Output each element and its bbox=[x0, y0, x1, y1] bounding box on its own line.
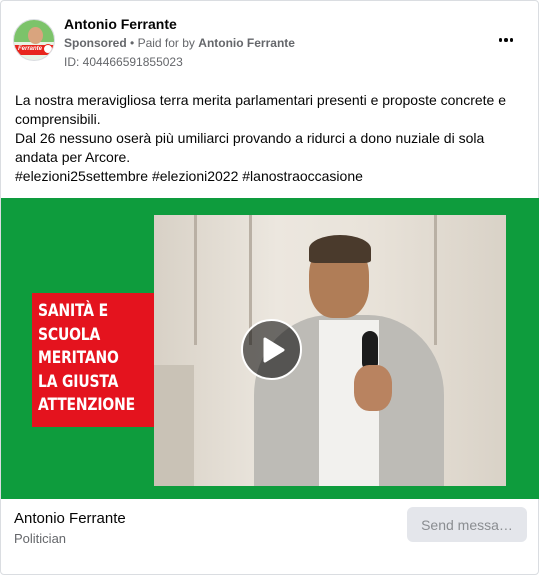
post-text-line: La nostra meravigliosa terra merita parl… bbox=[15, 92, 510, 127]
avatar-face bbox=[28, 27, 43, 44]
banner-line: ATTENZIONE bbox=[38, 395, 135, 415]
more-horizontal-icon bbox=[509, 38, 514, 42]
avatar-badge bbox=[43, 44, 53, 54]
sponsored-line: Sponsored • Paid for by Antonio Ferrante bbox=[64, 36, 295, 50]
hashtags[interactable]: #elezioni25settembre #elezioni2022 #lano… bbox=[15, 167, 530, 186]
video-frame[interactable] bbox=[154, 215, 506, 486]
banner-text-box: SANITÀ E SCUOLA MERITANO LA GIUSTA ATTEN… bbox=[32, 293, 160, 427]
send-message-button[interactable]: Send messa… bbox=[407, 507, 527, 542]
paid-for-by-label: Paid for by bbox=[137, 36, 195, 50]
play-button[interactable] bbox=[241, 319, 302, 380]
post-header: Ferrante Antonio Ferrante Sponsored • Pa… bbox=[1, 1, 538, 81]
banner-line: LA GIUSTA bbox=[38, 371, 119, 392]
wall-stripe bbox=[194, 215, 197, 345]
footer-page-category: Politician bbox=[14, 531, 67, 546]
banner-line: SANITÀ E bbox=[38, 301, 108, 321]
more-horizontal-icon bbox=[504, 38, 508, 42]
more-horizontal-icon bbox=[498, 38, 503, 42]
speaker-hair bbox=[309, 235, 371, 263]
page-name-link[interactable]: Antonio Ferrante bbox=[64, 16, 177, 32]
speaker-hand bbox=[354, 365, 392, 411]
video-window bbox=[154, 365, 194, 486]
sponsored-label: Sponsored bbox=[64, 36, 127, 50]
ad-id: ID: 404466591855023 bbox=[64, 55, 183, 69]
page-avatar[interactable]: Ferrante bbox=[13, 19, 55, 61]
post-text-line: Dal 26 nessuno oserà più umiliarci prova… bbox=[15, 130, 489, 165]
avatar-logo-text: Ferrante bbox=[18, 46, 43, 52]
ad-card: Ferrante Antonio Ferrante Sponsored • Pa… bbox=[0, 0, 539, 575]
meta-separator: • bbox=[130, 36, 135, 50]
wall-stripe bbox=[434, 215, 437, 345]
more-options-button[interactable] bbox=[494, 30, 518, 50]
banner-line: MERITANO bbox=[38, 348, 119, 368]
footer-page-name[interactable]: Antonio Ferrante bbox=[14, 510, 126, 527]
post-text: La nostra meravigliosa terra merita parl… bbox=[15, 91, 530, 186]
paid-for-by-name: Antonio Ferrante bbox=[198, 36, 295, 50]
banner-line: SCUOLA bbox=[38, 324, 101, 345]
video-media[interactable]: SANITÀ E SCUOLA MERITANO LA GIUSTA ATTEN… bbox=[1, 198, 539, 499]
play-icon bbox=[263, 337, 285, 362]
